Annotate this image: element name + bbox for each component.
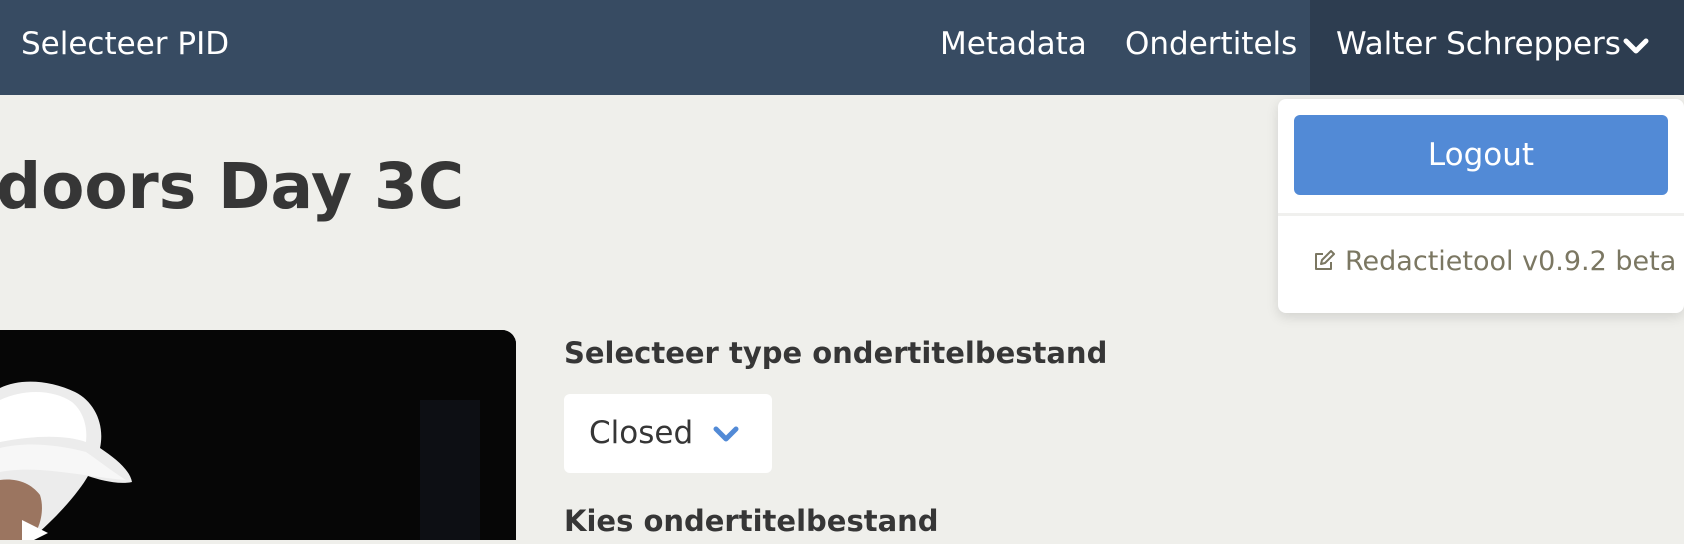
subtitle-type-select[interactable]: Closed xyxy=(564,394,772,473)
chevron-down-icon xyxy=(713,426,739,442)
logout-button[interactable]: Logout xyxy=(1294,115,1668,195)
brand-link[interactable]: Selecteer PID xyxy=(21,0,229,88)
version-item[interactable]: Redactietool v0.9.2 beta xyxy=(1312,237,1676,287)
subtitle-type-label: Selecteer type ondertitelbestand xyxy=(564,336,1108,370)
dropdown-divider xyxy=(1278,213,1684,216)
chevron-down-icon xyxy=(1623,38,1649,54)
user-dropdown-menu: Logout Redactietool v0.9.2 beta xyxy=(1278,99,1684,313)
user-menu-toggle[interactable]: Walter Schreppers xyxy=(1310,0,1684,95)
navbar: Selecteer PID Metadata Ondertitels Walte… xyxy=(0,0,1684,95)
subtitle-type-value: Closed xyxy=(589,415,694,451)
edit-icon xyxy=(1315,250,1335,270)
nav-item-ondertitels[interactable]: Ondertitels xyxy=(1125,0,1297,88)
nav-item-metadata[interactable]: Metadata xyxy=(940,0,1087,88)
subtitle-file-label: Kies ondertitelbestand xyxy=(564,504,939,538)
video-frame xyxy=(0,330,516,540)
video-player[interactable] xyxy=(0,330,516,540)
page-title: doors Day 3C xyxy=(0,150,465,223)
user-name: Walter Schreppers xyxy=(1336,26,1621,62)
version-label: Redactietool v0.9.2 beta xyxy=(1345,246,1677,277)
